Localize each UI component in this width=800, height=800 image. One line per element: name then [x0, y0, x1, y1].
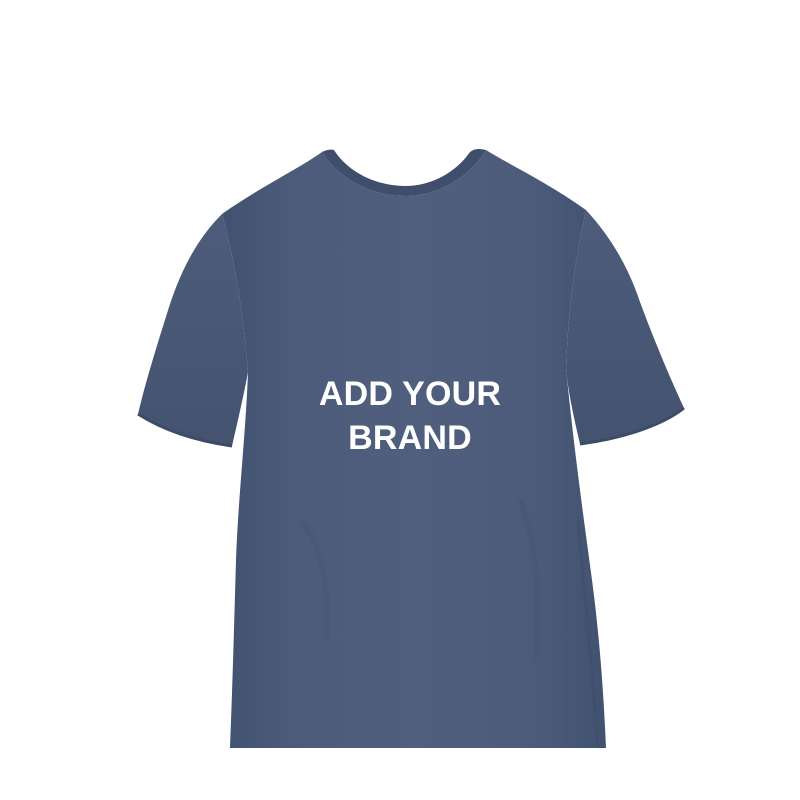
product-image-stage: ADD YOUR BRAND [0, 0, 800, 800]
brand-text-line-1: ADD YOUR [318, 375, 502, 413]
brand-text-line-2: BRAND [348, 419, 472, 457]
right-sleeve [566, 210, 684, 444]
brand-print-text: ADD YOUR BRAND [250, 372, 570, 460]
